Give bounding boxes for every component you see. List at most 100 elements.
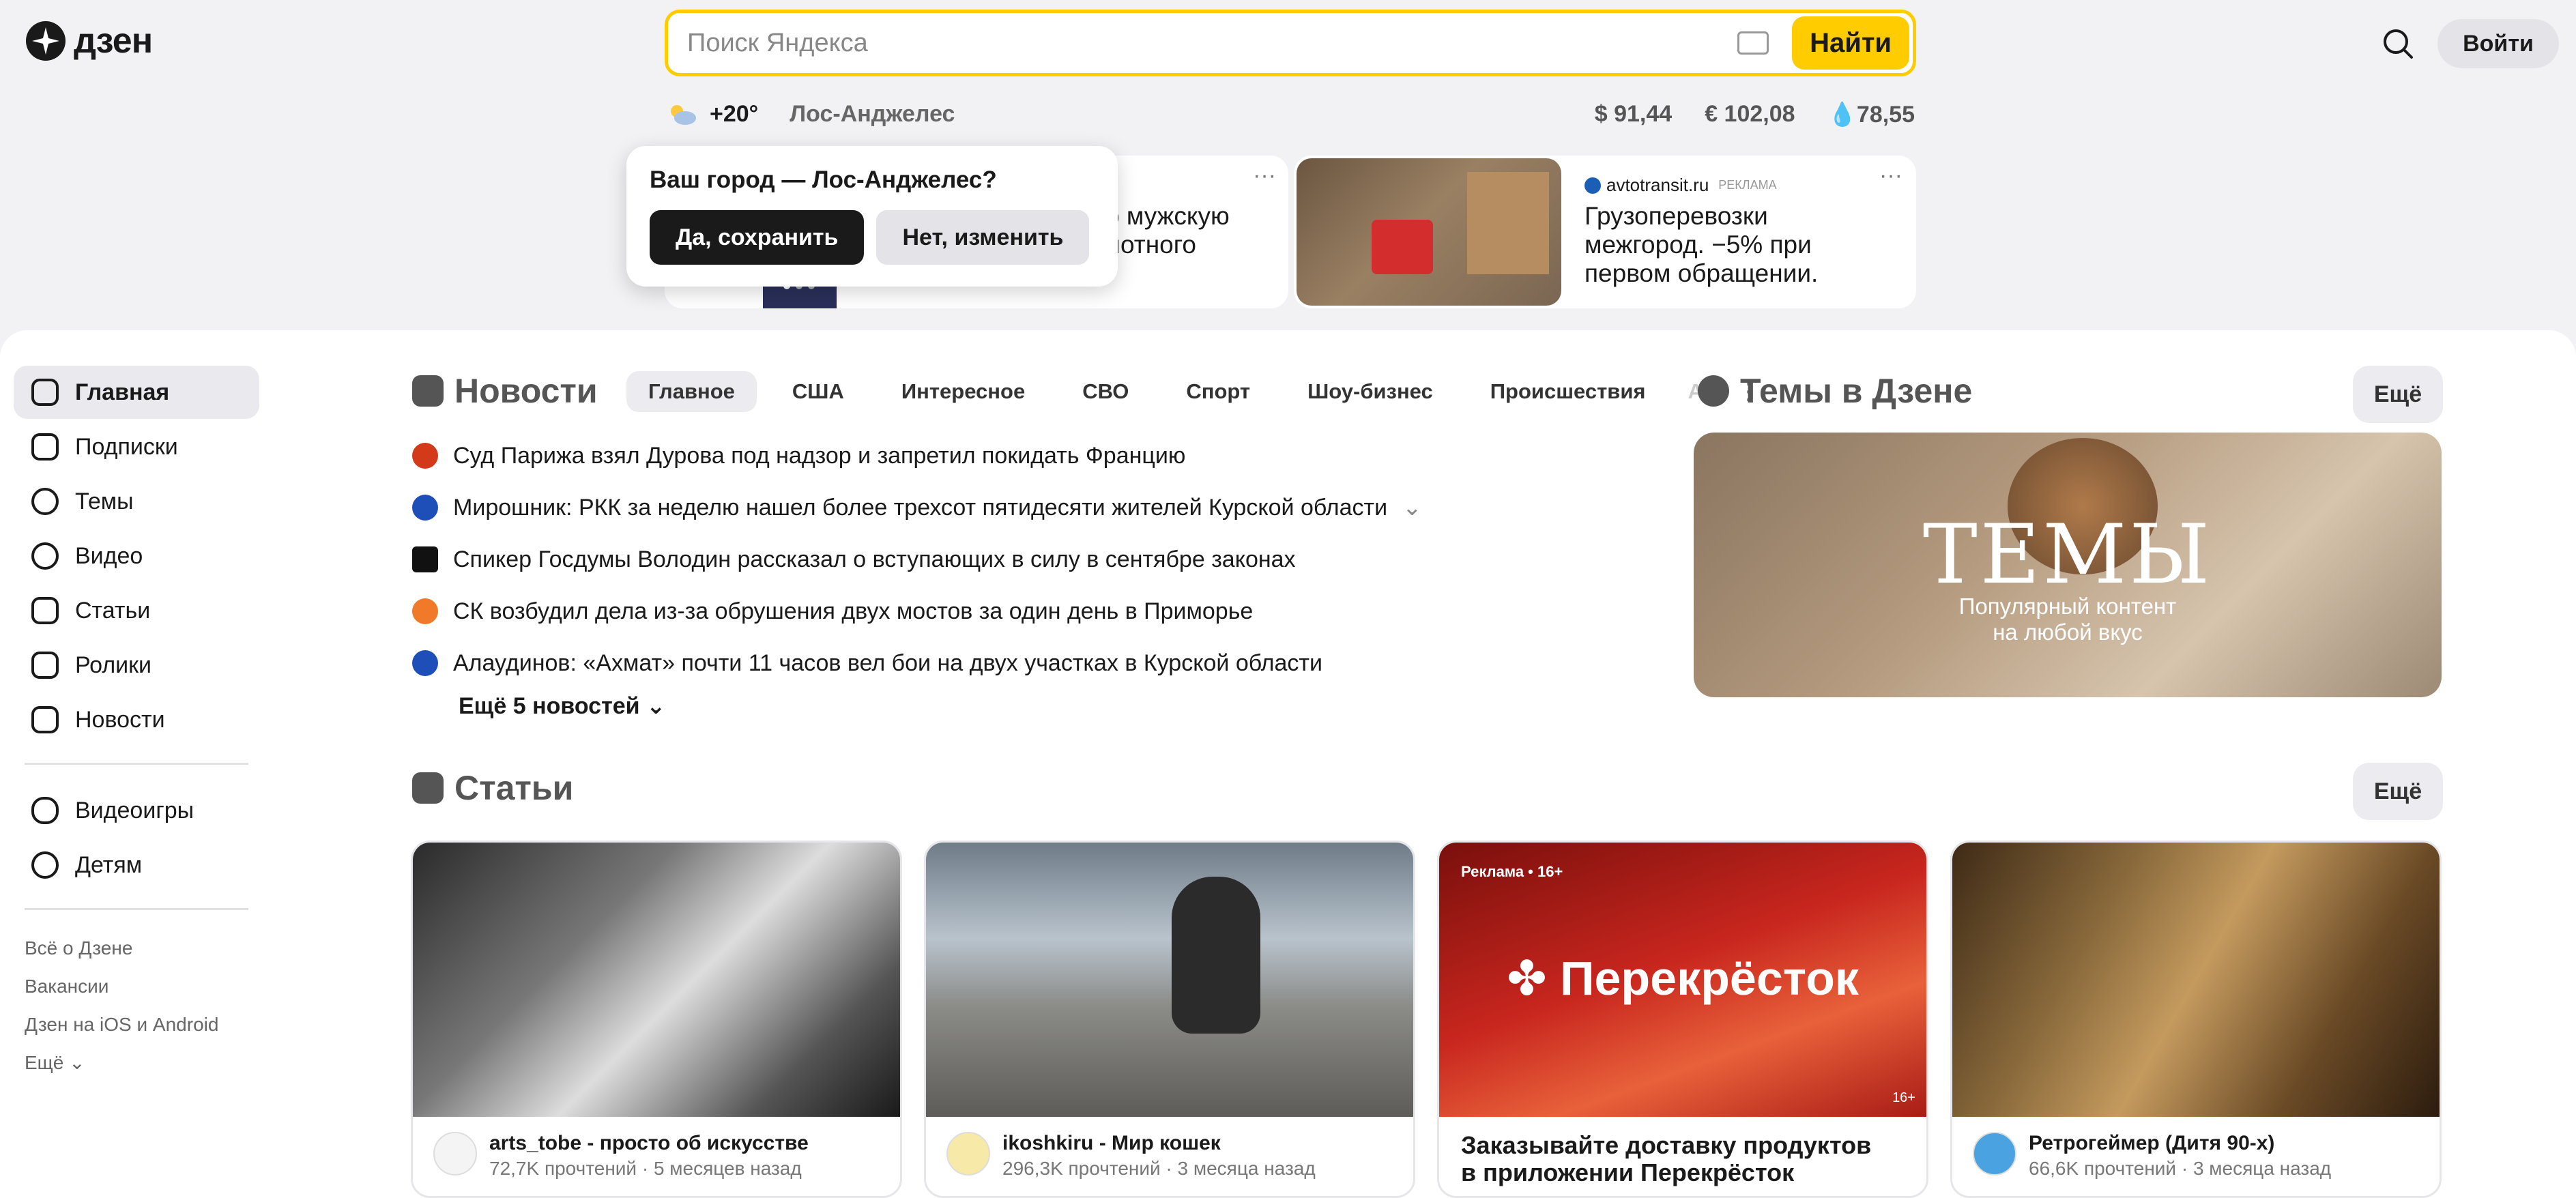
promo-card[interactable]: Реклама • 16+ ✤ Перекрёсток 16+ Заказыва… <box>1437 841 1928 1198</box>
source-icon <box>412 650 438 676</box>
sidebar-item-home[interactable]: Главная <box>14 366 259 419</box>
themes-title-text: Темы в Дзене <box>1740 372 1973 410</box>
articles-title-text: Статьи <box>454 769 574 807</box>
promo-brand: ✤ Перекрёсток <box>1439 950 1926 1006</box>
more-dots-icon[interactable]: ··· <box>1879 162 1902 189</box>
avatar <box>1973 1132 2016 1175</box>
promo-brand-text: Перекрёсток <box>1560 952 1859 1005</box>
tab-interesting[interactable]: Интересное <box>880 371 1047 412</box>
change-city-button[interactable]: Нет, изменить <box>876 210 1090 265</box>
play-icon <box>31 542 59 570</box>
article-stats: 72,7K прочтений · 5 месяцев назад <box>489 1158 802 1179</box>
promo-title-line2: в приложении Перекрёсток <box>1461 1158 1795 1186</box>
ad-source: avtotransit.ru РЕКЛАМА <box>1584 175 1777 196</box>
promo-title-line1: Заказывайте доставку продуктов <box>1461 1131 1872 1159</box>
article-card[interactable]: ikoshkiru - Мир кошек 296,3K прочтений · … <box>924 841 1415 1198</box>
news-icon <box>412 375 444 407</box>
weather-city[interactable]: Лос-Анджелес <box>790 101 955 128</box>
list-item[interactable]: Спикер Госдумы Володин рассказал о вступ… <box>412 534 1422 585</box>
tab-incidents[interactable]: Происшествия <box>1468 371 1668 412</box>
weather-widget[interactable]: +20° Лос-Анджелес <box>667 101 955 128</box>
shorts-icon <box>31 652 59 679</box>
home-icon <box>31 379 59 406</box>
articles-more-button[interactable]: Ещё <box>2353 763 2443 820</box>
list-item[interactable]: СК возбудил дела из-за обрушения двух мо… <box>412 585 1422 637</box>
currency-rates: $ 91,44 € 102,08 💧78,55 <box>1595 101 1915 128</box>
more-dots-icon[interactable]: ··· <box>1253 162 1276 189</box>
source-icon <box>412 546 438 572</box>
sidebar-item-video[interactable]: Видео <box>14 529 259 583</box>
list-item[interactable]: Алаудинов: «Ахмат» почти 11 часов вел бо… <box>412 637 1422 689</box>
promo-title: Заказывайте доставку продуктов в приложе… <box>1439 1117 1926 1196</box>
sidebar-item-label: Детям <box>75 851 143 878</box>
dzen-logo[interactable]: дзен <box>26 20 153 61</box>
list-item[interactable]: Суд Парижа взял Дурова под надзор и запр… <box>412 430 1422 482</box>
footer-link-apps[interactable]: Дзен на iOS и Android <box>14 1006 259 1044</box>
clover-icon: ✤ <box>1507 952 1547 1005</box>
sidebar-item-news[interactable]: Новости <box>14 693 259 746</box>
ad-label: Реклама • 16+ <box>1461 863 1563 880</box>
tab-showbiz[interactable]: Шоу-бизнес <box>1286 371 1455 412</box>
tab-main[interactable]: Главное <box>626 371 757 412</box>
logo-text: дзен <box>74 21 153 61</box>
news-headline: Мирошник: РКК за неделю нашел более трех… <box>453 494 1388 521</box>
sidebar-divider <box>25 763 248 765</box>
sidebar-item-label: Темы <box>75 488 134 514</box>
sidebar-item-label: Видеоигры <box>75 797 194 823</box>
footer-link-about[interactable]: Всё о Дзене <box>14 929 259 967</box>
ad-source-name: avtotransit.ru <box>1606 175 1709 195</box>
city-question: Ваш город — Лос-Анджелес? <box>650 166 997 193</box>
footer-link-jobs[interactable]: Вакансии <box>14 967 259 1006</box>
eur-rate[interactable]: € 102,08 <box>1705 101 1795 128</box>
cat-silhouette <box>1172 877 1260 1034</box>
keyboard-icon[interactable] <box>1737 31 1769 55</box>
ad-badge: РЕКЛАМА <box>1718 178 1777 192</box>
news-section-title[interactable]: Новости <box>412 371 598 411</box>
banner-title: ТЕМЫ <box>1922 508 2213 602</box>
channel-name[interactable]: Ретрогеймер (Дитя 90-х) <box>2029 1132 2331 1155</box>
list-item[interactable]: Мирошник: РКК за неделю нашел более трех… <box>412 482 1422 534</box>
ad-forklift-image <box>1297 158 1561 306</box>
compass-icon <box>1698 375 1729 407</box>
sidebar-item-themes[interactable]: Темы <box>14 475 259 528</box>
sidebar-item-label: Ролики <box>75 652 152 678</box>
chevron-down-icon: ⌄ <box>69 1052 85 1073</box>
tab-usa[interactable]: США <box>770 371 866 412</box>
news-title-text: Новости <box>454 372 598 410</box>
search-icon[interactable] <box>2382 27 2414 60</box>
article-card[interactable]: arts_tobe - просто об искусстве 72,7K про… <box>411 841 902 1198</box>
sidebar-item-articles[interactable]: Статьи <box>14 584 259 637</box>
oil-rate[interactable]: 💧78,55 <box>1828 101 1915 128</box>
usd-rate[interactable]: $ 91,44 <box>1595 101 1672 128</box>
article-stats: 296,3K прочтений · 3 месяца назад <box>1002 1158 1316 1179</box>
articles-section-title[interactable]: Статьи <box>412 768 573 808</box>
source-icon <box>412 443 438 469</box>
ad-text-line2: лотного <box>1105 231 1196 259</box>
search-input[interactable] <box>668 28 1738 58</box>
themes-banner[interactable]: ТЕМЫ Популярный контент на любой вкус <box>1694 433 2442 697</box>
sidebar-item-shorts[interactable]: Ролики <box>14 639 259 692</box>
channel-name[interactable]: ikoshkiru - Мир кошек <box>1002 1132 1316 1155</box>
chevron-down-icon: ⌄ <box>646 693 666 719</box>
sidebar-item-kids[interactable]: Детям <box>14 838 259 892</box>
footer-more-label: Ещё <box>25 1052 64 1073</box>
ad-card-right[interactable]: avtotransit.ru РЕКЛАМА Грузоперевозки ме… <box>1294 156 1916 308</box>
channel-name[interactable]: arts_tobe - просто об искусстве <box>489 1132 809 1155</box>
sidebar-item-games[interactable]: Видеоигры <box>14 784 259 837</box>
footer-link-more[interactable]: Ещё ⌄ <box>14 1044 259 1082</box>
confirm-city-button[interactable]: Да, сохранить <box>650 210 865 265</box>
search-button[interactable]: Найти <box>1792 16 1909 70</box>
more-news-button[interactable]: Ещё 5 новостей ⌄ <box>459 692 665 720</box>
themes-more-button[interactable]: Ещё <box>2353 366 2443 423</box>
tab-svo[interactable]: СВО <box>1060 371 1150 412</box>
article-card[interactable]: Ретрогеймер (Дитя 90-х) 66,6K прочтений ·… <box>1950 841 2442 1198</box>
news-headline: Алаудинов: «Ахмат» почти 11 часов вел бо… <box>453 649 1322 676</box>
news-list: Суд Парижа взял Дурова под надзор и запр… <box>412 430 1422 689</box>
bear-icon <box>31 851 59 879</box>
themes-section-title[interactable]: Темы в Дзене <box>1698 371 1972 411</box>
login-button[interactable]: Войти <box>2437 19 2559 68</box>
sidebar-item-subscriptions[interactable]: Подписки <box>14 420 259 473</box>
tab-sport[interactable]: Спорт <box>1164 371 1272 412</box>
chevron-down-icon[interactable]: ⌄ <box>1402 494 1422 521</box>
sidebar-item-label: Видео <box>75 542 143 569</box>
